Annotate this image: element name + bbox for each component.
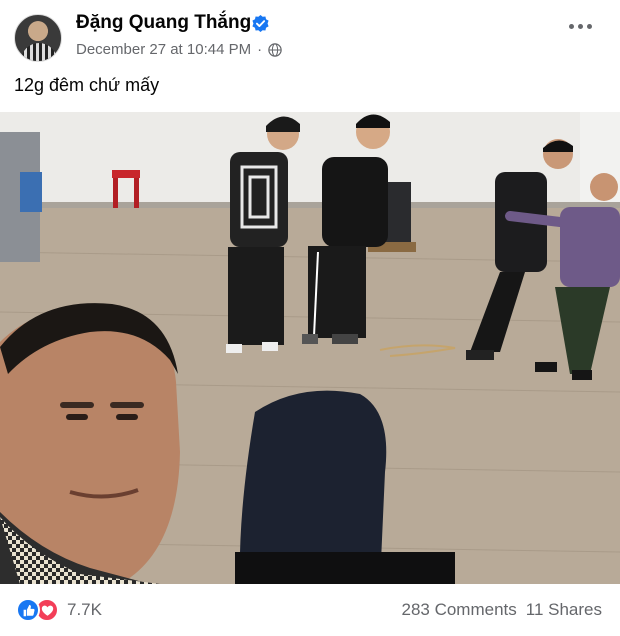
dot-icon: [569, 24, 574, 29]
globe-icon[interactable]: [268, 42, 282, 57]
photo-illustration: [0, 112, 620, 584]
like-icon: [16, 598, 40, 622]
post-timestamp[interactable]: December 27 at 10:44 PM: [76, 41, 251, 58]
meta-separator: ·: [257, 41, 263, 58]
post-header: Đặng Quang Thắng December 27 at 10:44 PM…: [0, 0, 620, 70]
post-meta: December 27 at 10:44 PM ·: [76, 41, 282, 58]
more-options-button[interactable]: [569, 24, 592, 29]
dot-icon: [587, 24, 592, 29]
engagement-stats: 283 Comments 11 Shares: [401, 600, 602, 620]
dot-icon: [578, 24, 583, 29]
author-name[interactable]: Đặng Quang Thắng: [76, 12, 251, 34]
reactions-summary[interactable]: 7.7K: [16, 598, 102, 622]
shares-count-link[interactable]: 11 Shares: [526, 600, 602, 620]
post-photo[interactable]: [0, 112, 620, 584]
author-avatar[interactable]: [14, 14, 62, 62]
post-text: 12g đêm chứ mấy: [14, 75, 160, 95]
reaction-bar: 7.7K 283 Comments 11 Shares: [0, 584, 620, 636]
comments-count-link[interactable]: 283 Comments: [401, 600, 516, 620]
reaction-count: 7.7K: [67, 600, 102, 619]
verified-badge-icon: [252, 15, 269, 32]
